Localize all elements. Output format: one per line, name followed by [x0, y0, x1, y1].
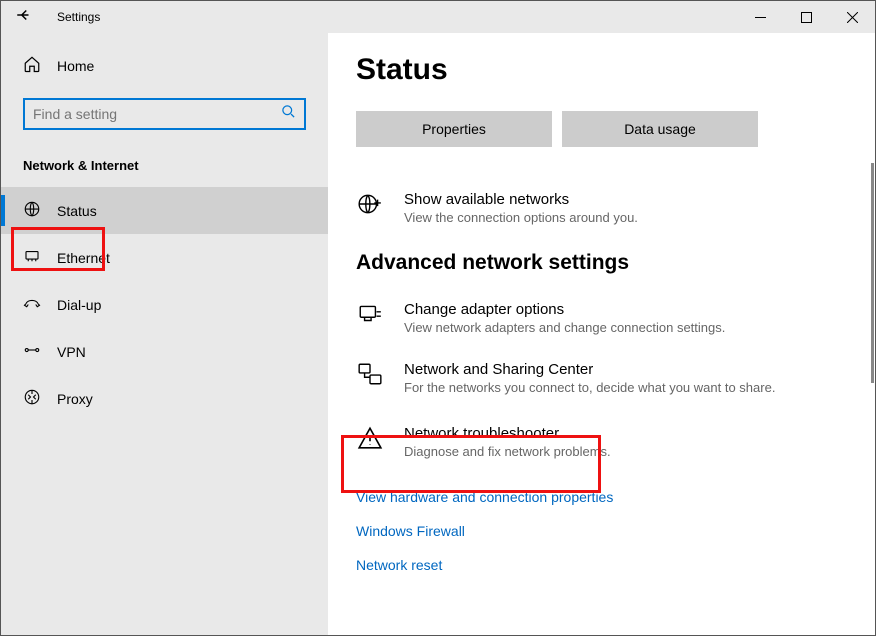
sidebar-item-label: Status — [57, 203, 97, 219]
option-title: Network and Sharing Center — [404, 361, 775, 378]
data-usage-button[interactable]: Data usage — [562, 111, 758, 147]
advanced-heading: Advanced network settings — [356, 251, 847, 275]
sidebar-item-label: Proxy — [57, 391, 93, 407]
minimize-button[interactable] — [737, 1, 783, 33]
search-field[interactable] — [33, 106, 281, 122]
vpn-icon — [23, 341, 41, 362]
sidebar-item-label: VPN — [57, 344, 86, 360]
page-title: Status — [356, 53, 847, 87]
proxy-icon — [23, 388, 41, 409]
scrollbar[interactable] — [871, 163, 874, 383]
option-subtitle: Diagnose and fix network problems. — [404, 444, 611, 459]
option-title: Change adapter options — [404, 301, 725, 318]
option-title: Show available networks — [404, 191, 638, 208]
window-title: Settings — [57, 10, 100, 24]
option-subtitle: View network adapters and change connect… — [404, 320, 725, 335]
home-icon — [23, 55, 41, 76]
link-hardware-properties[interactable]: View hardware and connection properties — [356, 489, 847, 505]
sidebar-item-proxy[interactable]: Proxy — [1, 375, 328, 422]
sidebar-item-label: Ethernet — [57, 250, 110, 266]
option-title: Network troubleshooter — [404, 425, 611, 442]
search-icon — [281, 104, 296, 124]
sharing-center[interactable]: Network and Sharing Center For the netwo… — [356, 361, 847, 395]
main-content: Status Properties Data usage Show availa… — [328, 33, 875, 635]
titlebar: Settings — [1, 1, 875, 33]
phone-icon — [23, 294, 41, 315]
sharing-icon — [356, 361, 384, 387]
home-label: Home — [57, 58, 94, 74]
link-windows-firewall[interactable]: Windows Firewall — [356, 523, 847, 539]
sidebar-item-ethernet[interactable]: Ethernet — [1, 234, 328, 281]
network-troubleshooter[interactable]: Network troubleshooter Diagnose and fix … — [356, 421, 847, 463]
globe-icon — [23, 200, 41, 221]
sidebar-item-dialup[interactable]: Dial-up — [1, 281, 328, 328]
properties-button[interactable]: Properties — [356, 111, 552, 147]
home-button[interactable]: Home — [1, 45, 328, 86]
sidebar-item-vpn[interactable]: VPN — [1, 328, 328, 375]
maximize-button[interactable] — [783, 1, 829, 33]
ethernet-icon — [23, 247, 41, 268]
adapter-options[interactable]: Change adapter options View network adap… — [356, 301, 847, 335]
section-header: Network & Internet — [1, 136, 328, 187]
show-networks-option[interactable]: Show available networks View the connect… — [356, 191, 847, 225]
link-network-reset[interactable]: Network reset — [356, 557, 847, 573]
option-subtitle: View the connection options around you. — [404, 210, 638, 225]
option-subtitle: For the networks you connect to, decide … — [404, 380, 775, 395]
back-icon[interactable] — [15, 6, 33, 29]
sidebar-item-status[interactable]: Status — [1, 187, 328, 234]
search-input[interactable] — [23, 98, 306, 130]
close-button[interactable] — [829, 1, 875, 33]
adapter-icon — [356, 301, 384, 327]
sidebar: Home Network & Internet Status Ether — [1, 33, 328, 635]
globe-icon — [356, 191, 384, 217]
warning-icon — [356, 425, 384, 451]
sidebar-item-label: Dial-up — [57, 297, 101, 313]
